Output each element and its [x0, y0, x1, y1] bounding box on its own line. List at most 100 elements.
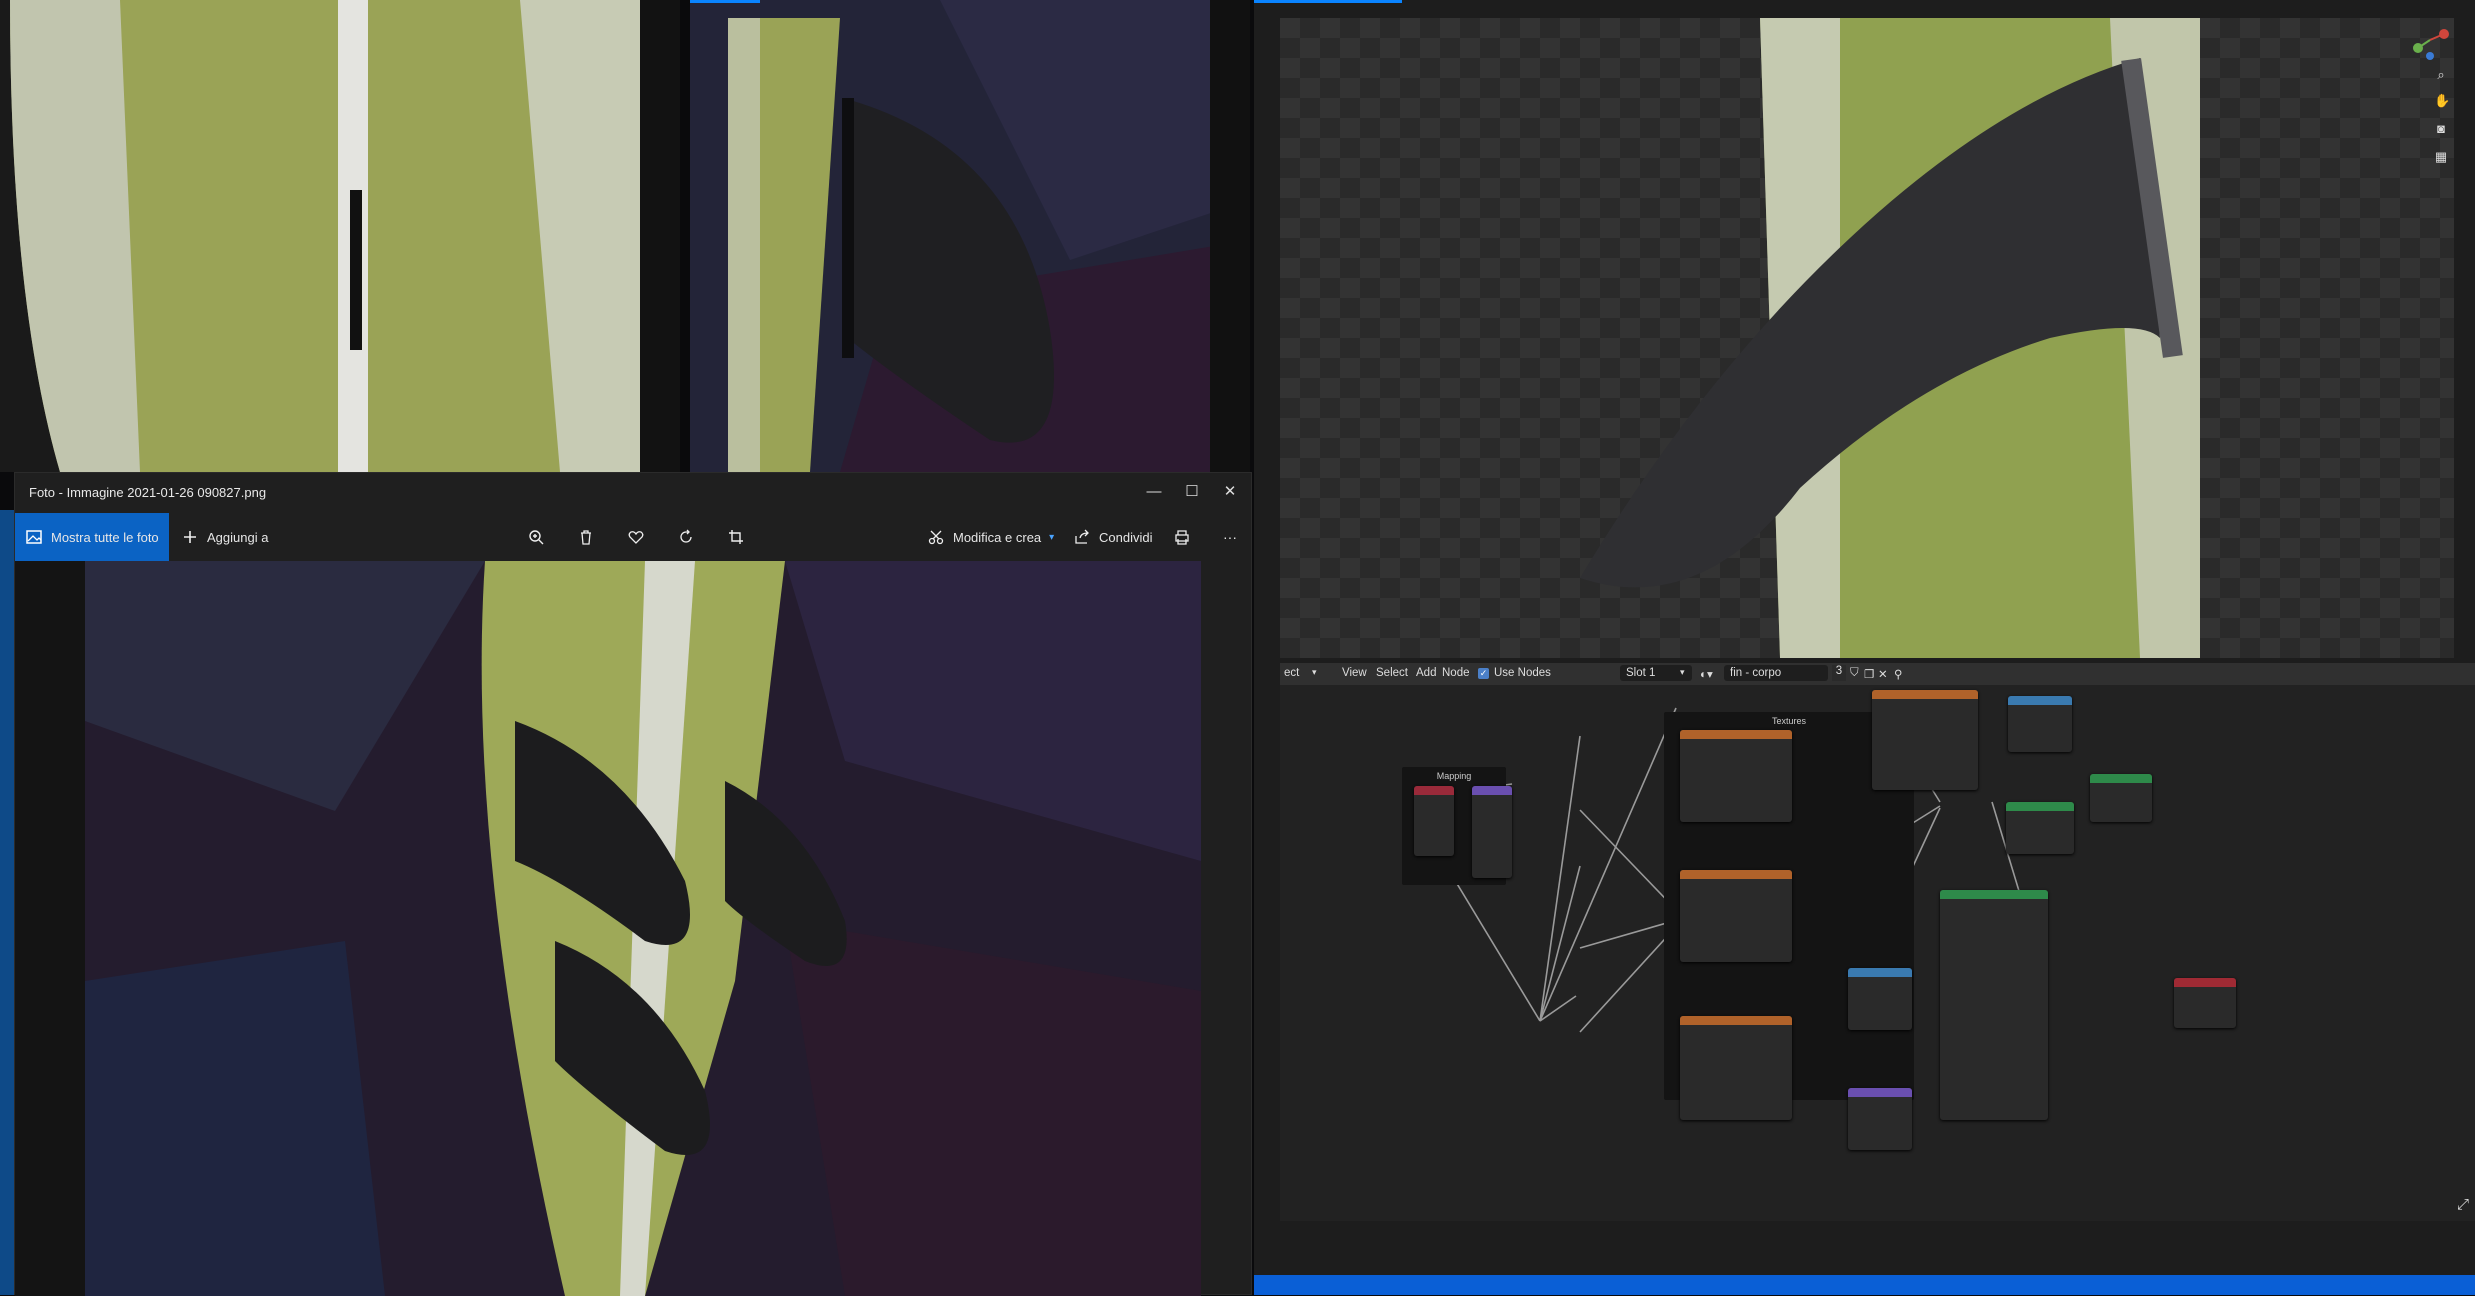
rotate-button[interactable] [677, 521, 695, 553]
image-texture-basecolor-node[interactable] [1680, 730, 1792, 822]
material-browse-icon[interactable]: ◐▾ [1700, 667, 1713, 681]
pan-hand-icon[interactable]: ✋ [2434, 94, 2450, 108]
share-button[interactable]: Condividi [1073, 521, 1152, 553]
render-preview-fin [690, 0, 1250, 472]
pin-icon[interactable]: ⚲ [1894, 667, 1902, 681]
mapping-frame-label: Mapping [1436, 771, 1472, 781]
add-to-button[interactable]: Aggiungi a [181, 521, 268, 553]
node-header-bar [1680, 730, 1792, 739]
blender-accent-bar [1254, 0, 1402, 3]
node-header-bar [1872, 690, 1978, 699]
chevron-down-icon: ▾ [1049, 531, 1055, 543]
edit-create-label: Modifica e crea [953, 529, 1042, 545]
photos-window[interactable]: Foto - Immagine 2021-01-26 090827.png — … [14, 472, 1252, 1296]
menu-view[interactable]: View [1342, 667, 1367, 679]
use-nodes-checkbox[interactable]: ✓ [1478, 668, 1489, 679]
close-button[interactable]: ✕ [1219, 481, 1241, 503]
unlink-material-icon[interactable]: ✕ [1878, 667, 1888, 681]
navigation-gizmo-icon[interactable] [2408, 18, 2452, 62]
separate-rgb-node[interactable] [1848, 968, 1912, 1030]
delete-icon [581, 530, 591, 545]
blender-window[interactable]: ⌕ ✋ ◙ ▦ ect ▾ View Select Add Node ✓ Use… [1254, 0, 2475, 1295]
add-to-label: Aggiungi a [207, 529, 269, 545]
print-button[interactable] [1173, 521, 1191, 553]
photos-icon [26, 530, 42, 544]
menu-select[interactable]: Select [1376, 667, 1408, 679]
material-users-count[interactable]: 3 [1832, 665, 1846, 681]
desktop-icons-strip [0, 510, 14, 1295]
zoom-icon[interactable]: ⌕ [2434, 68, 2448, 82]
mix-shader-node[interactable] [2090, 774, 2152, 822]
node-header-bar [1940, 890, 2048, 899]
surfboard-closeup-image [0, 0, 680, 472]
texture-coordinate-node[interactable] [1414, 786, 1454, 856]
image-texture-normal-node[interactable] [1680, 1016, 1792, 1120]
3d-viewport[interactable]: ⌕ ✋ ◙ ▦ [1280, 18, 2454, 658]
show-all-photos-button[interactable]: Mostra tutte le foto [15, 513, 169, 561]
diffuse-bsdf-node[interactable] [2006, 802, 2074, 854]
edit-create-button[interactable]: Modifica e crea ▾ [927, 521, 1054, 553]
node-header-bar [2090, 774, 2152, 783]
node-header-bar [2006, 802, 2074, 811]
viewport-render [1280, 18, 2454, 658]
expand-icon[interactable]: ⤢ [2456, 1197, 2470, 1212]
window-accent-bar [690, 0, 760, 3]
material-name: fin - corpo [1730, 667, 1782, 679]
photo-left-margin [15, 561, 85, 1296]
more-options-button[interactable]: ··· [1223, 521, 1237, 553]
principled-bsdf-node[interactable] [1940, 890, 2048, 1120]
zoom-in-button[interactable] [527, 521, 545, 553]
print-icon [1175, 530, 1189, 545]
menu-node[interactable]: Node [1442, 667, 1470, 679]
taskbar-strip [1254, 1275, 2475, 1295]
favorite-button[interactable] [627, 521, 645, 553]
more-icon: ··· [1223, 529, 1237, 545]
crop-icon [729, 530, 743, 544]
show-all-photos-label: Mostra tutte le foto [51, 529, 159, 545]
share-icon [1075, 529, 1089, 544]
photos-window-title: Foto - Immagine 2021-01-26 090827.png [29, 485, 267, 500]
grid-view-icon[interactable]: ▦ [2434, 150, 2448, 164]
image-texture-top-node[interactable] [1872, 690, 1978, 790]
node-header-bar [1680, 870, 1792, 879]
separate-rgb-top-node[interactable] [2008, 696, 2072, 752]
heart-icon [628, 531, 644, 544]
node-header-bar [2174, 978, 2236, 987]
chevron-down-icon: ▾ [1680, 667, 1685, 677]
zoom-in-icon [529, 530, 544, 545]
image-texture-metallic-node[interactable] [1680, 870, 1792, 962]
rotate-icon [680, 529, 692, 543]
fin-render-image [690, 0, 1250, 472]
node-header-bar [1848, 968, 1912, 977]
slot-label: Slot 1 [1626, 667, 1656, 679]
chevron-down-icon: ▾ [1312, 667, 1317, 677]
photos-toolbar: Mostra tutte le foto Aggiungi a Modifica… [15, 513, 1251, 561]
fake-user-shield-icon[interactable]: ⛉ [1850, 667, 1859, 680]
node-header-bar [2008, 696, 2072, 705]
maximize-button[interactable]: ☐ [1181, 481, 1203, 503]
node-editor-header: ect ▾ View Select Add Node ✓ Use Nodes S… [1280, 663, 2475, 686]
select-mode-dropdown[interactable]: ect [1284, 667, 1299, 679]
photos-titlebar[interactable]: Foto - Immagine 2021-01-26 090827.png — … [15, 473, 1251, 513]
scissors-icon [928, 530, 944, 545]
photo-canvas[interactable] [85, 561, 1201, 1296]
use-nodes-label: Use Nodes [1494, 667, 1551, 679]
duplicate-material-icon[interactable]: ❐ [1864, 667, 1874, 681]
material-output-node[interactable] [2174, 978, 2236, 1028]
normal-map-node[interactable] [1848, 1088, 1912, 1150]
node-header-bar [1680, 1016, 1792, 1025]
share-label: Condividi [1099, 529, 1153, 545]
render-preview-board-closeup [0, 0, 680, 472]
surfboard-fins-photo [85, 561, 1201, 1296]
plus-icon [184, 531, 196, 543]
menu-add[interactable]: Add [1416, 667, 1436, 679]
delete-button[interactable] [577, 521, 595, 553]
minimize-button[interactable]: — [1143, 481, 1165, 503]
node-header-bar [1414, 786, 1454, 795]
node-header-bar [1848, 1088, 1912, 1097]
crop-button[interactable] [727, 521, 745, 553]
node-header-bar [1472, 786, 1512, 795]
node-editor-canvas[interactable]: Mapping Textures ⤢ [1280, 686, 2475, 1221]
camera-icon[interactable]: ◙ [2434, 122, 2448, 136]
mapping-node[interactable] [1472, 786, 1512, 878]
